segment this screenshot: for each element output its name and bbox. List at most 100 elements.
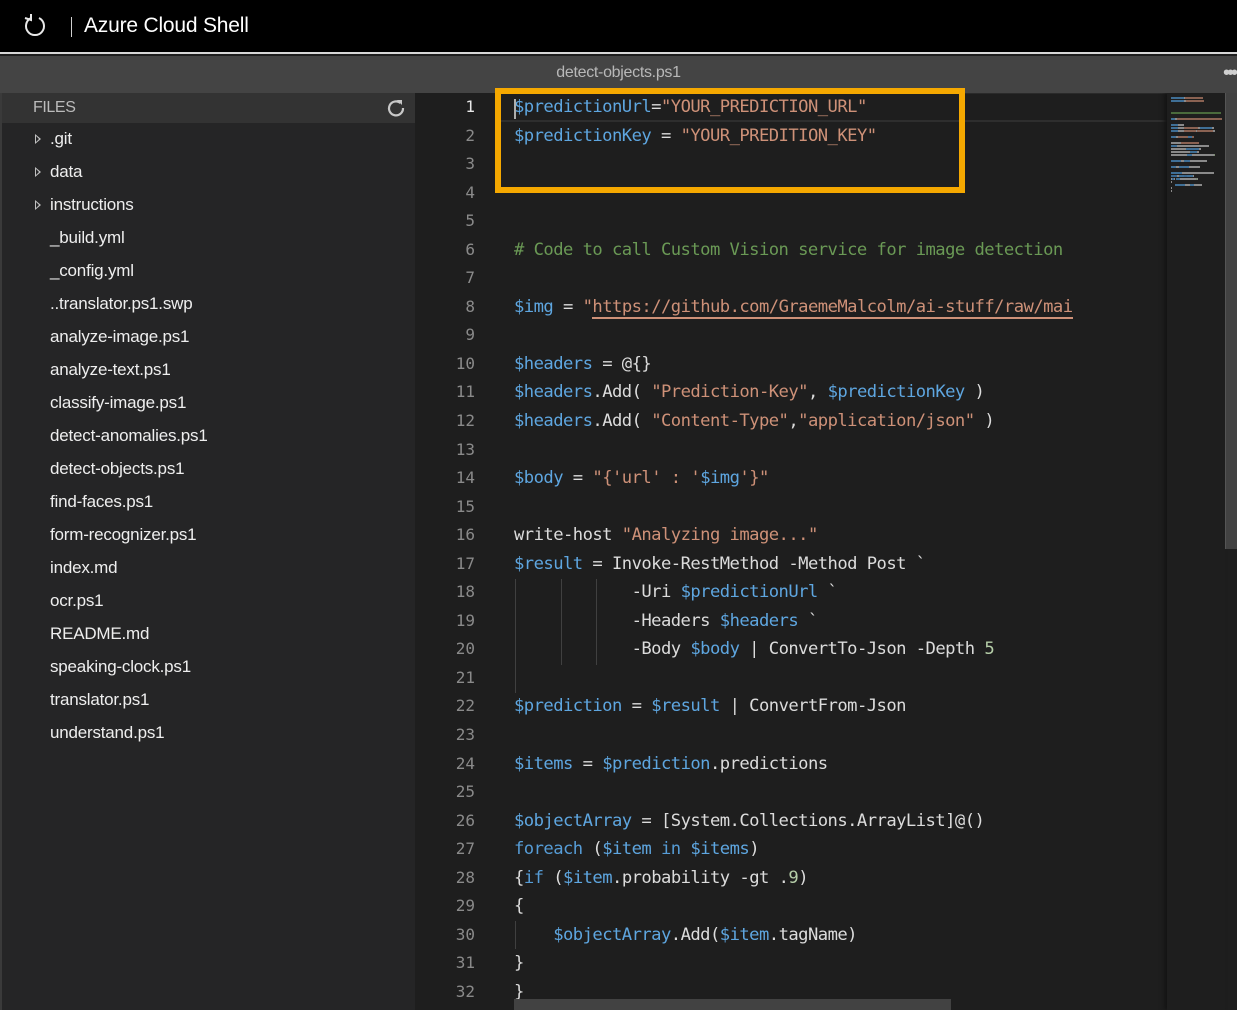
code-line[interactable]: write-host "Analyzing image..."	[514, 521, 1168, 550]
chevron-right-icon[interactable]	[35, 200, 41, 210]
minimap-token	[1181, 172, 1215, 174]
file-name: form-recognizer.ps1	[50, 525, 197, 544]
code-token: = @{}	[592, 353, 652, 374]
minimap-token	[1192, 175, 1194, 177]
minimap-token	[1180, 178, 1197, 180]
folder-item[interactable]: instructions	[2, 190, 415, 223]
refresh-icon[interactable]	[386, 98, 406, 118]
file-item[interactable]: form-recognizer.ps1	[2, 520, 415, 553]
code-line[interactable]	[514, 664, 1168, 693]
code-line[interactable]: $headers.Add( "Content-Type","applicatio…	[514, 407, 1168, 436]
code-line[interactable]: -Uri $predictionUrl `	[514, 578, 1168, 607]
code-line[interactable]: -Headers $headers `	[514, 607, 1168, 636]
minimap-token	[1189, 151, 1198, 153]
line-number: 13	[455, 439, 475, 459]
code-token: =	[563, 468, 593, 489]
code-line[interactable]: $headers = @{}	[514, 350, 1168, 379]
minimap-token	[1191, 136, 1195, 138]
file-item[interactable]: understand.ps1	[2, 718, 415, 751]
chevron-right-icon[interactable]	[35, 167, 41, 177]
chevron-right-icon[interactable]	[35, 134, 41, 144]
line-number: 16	[455, 525, 475, 545]
code-line[interactable]: $result = Invoke-RestMethod -Method Post…	[514, 550, 1168, 579]
code-line[interactable]: $prediction = $result | ConvertFrom-Json	[514, 692, 1168, 721]
minimap-token	[1171, 124, 1179, 126]
ellipsis-icon[interactable]: •••	[1223, 62, 1237, 85]
file-item[interactable]: _build.yml	[2, 223, 415, 256]
code-line[interactable]: foreach ($item in $items)	[514, 835, 1168, 864]
code-editor[interactable]: 1 2 3 4 5 6 7 8 9 10 11 12 13 14 15 16 17 18 19 20 21 22 23 24 2…	[415, 93, 1237, 1010]
minimap-token	[1171, 160, 1181, 162]
code-token: $headers	[719, 610, 799, 631]
code-line[interactable]	[514, 321, 1168, 350]
code-line[interactable]	[514, 721, 1168, 750]
line-number: 27	[455, 839, 475, 859]
file-item[interactable]: analyze-text.ps1	[2, 355, 415, 388]
code-line[interactable]: -Body $body | ConvertTo-Json -Depth 5	[514, 635, 1168, 664]
code-line[interactable]	[514, 436, 1168, 465]
files-label: FILES	[33, 99, 76, 116]
code-line[interactable]: $body = "{'url' : '$img'}"	[514, 464, 1168, 493]
file-item[interactable]: find-faces.ps1	[2, 487, 415, 520]
code-token: $objectArray	[514, 810, 632, 831]
code-token: $predictionUrl	[680, 582, 819, 603]
file-item[interactable]: _config.yml	[2, 256, 415, 289]
code-token: (	[582, 839, 603, 860]
code-token: $objectArray	[553, 924, 671, 945]
code-line[interactable]: # Code to call Custom Vision service for…	[514, 236, 1168, 265]
line-number: 5	[465, 211, 475, 231]
code-line[interactable]	[514, 207, 1168, 236]
code-line[interactable]	[514, 493, 1168, 522]
horizontal-scrollbar[interactable]	[514, 999, 951, 1010]
tab-filename[interactable]: detect-objects.ps1	[0, 64, 1237, 82]
line-number: 6	[465, 239, 475, 259]
file-item[interactable]: detect-anomalies.ps1	[2, 421, 415, 454]
indent-guide	[561, 579, 562, 665]
file-item[interactable]: speaking-clock.ps1	[2, 652, 415, 685]
minimap-token	[1186, 148, 1199, 150]
file-item[interactable]: README.md	[2, 619, 415, 652]
file-item[interactable]: translator.ps1	[2, 685, 415, 718]
code-token: (	[543, 867, 564, 888]
file-item[interactable]: detect-objects.ps1	[2, 454, 415, 487]
file-name: translator.ps1	[50, 690, 150, 709]
line-number-gutter: 1 2 3 4 5 6 7 8 9 10 11 12 13 14 15 16 17 18 19 20 21 22 23 24 2…	[415, 93, 485, 1007]
code-line[interactable]	[514, 778, 1168, 807]
file-item[interactable]: analyze-image.ps1	[2, 322, 415, 355]
code-content[interactable]: $predictionUrl="YOUR_PREDICTION_URL" $pre…	[514, 93, 1168, 1007]
folder-item[interactable]: data	[2, 157, 415, 190]
code-token: $img	[700, 468, 740, 489]
code-line[interactable]	[514, 264, 1168, 293]
code-token: foreach	[514, 839, 583, 860]
code-token: ,	[807, 382, 828, 403]
code-line[interactable]: $items = $prediction.predictions	[514, 750, 1168, 779]
code-token: | ConvertFrom-Json	[719, 696, 907, 717]
code-token: .probability -gt .	[612, 867, 789, 888]
file-name: analyze-text.ps1	[50, 360, 171, 379]
vertical-scrollbar[interactable]	[1225, 93, 1237, 549]
file-item[interactable]: ocr.ps1	[2, 586, 415, 619]
code-line[interactable]: $objectArray.Add($item.tagName)	[514, 921, 1168, 950]
line-number: 20	[455, 639, 475, 659]
folder-item[interactable]: .git	[2, 124, 415, 157]
minimap-token	[1171, 154, 1188, 156]
code-line[interactable]: $img = "https://github.com/GraemeMalcolm…	[514, 293, 1168, 322]
minimap-token	[1198, 148, 1201, 150]
restart-icon[interactable]	[22, 13, 48, 39]
code-token: $body	[690, 639, 740, 660]
file-item[interactable]: index.md	[2, 553, 415, 586]
minimap[interactable]	[1167, 93, 1225, 1010]
file-item[interactable]: ..translator.ps1.swp	[2, 289, 415, 322]
code-line[interactable]: {	[514, 892, 1168, 921]
line-number: 23	[455, 725, 475, 745]
code-line[interactable]: }	[514, 949, 1168, 978]
code-line[interactable]: $headers.Add( "Prediction-Key", $predict…	[514, 378, 1168, 407]
minimap-token	[1186, 100, 1205, 102]
minimap-token	[1183, 127, 1198, 129]
code-line[interactable]: {if ($item.probability -gt .9)	[514, 864, 1168, 893]
code-token: }	[514, 953, 524, 974]
line-number: 10	[455, 353, 475, 373]
code-line[interactable]: $objectArray = [System.Collections.Array…	[514, 807, 1168, 836]
file-item[interactable]: classify-image.ps1	[2, 388, 415, 421]
